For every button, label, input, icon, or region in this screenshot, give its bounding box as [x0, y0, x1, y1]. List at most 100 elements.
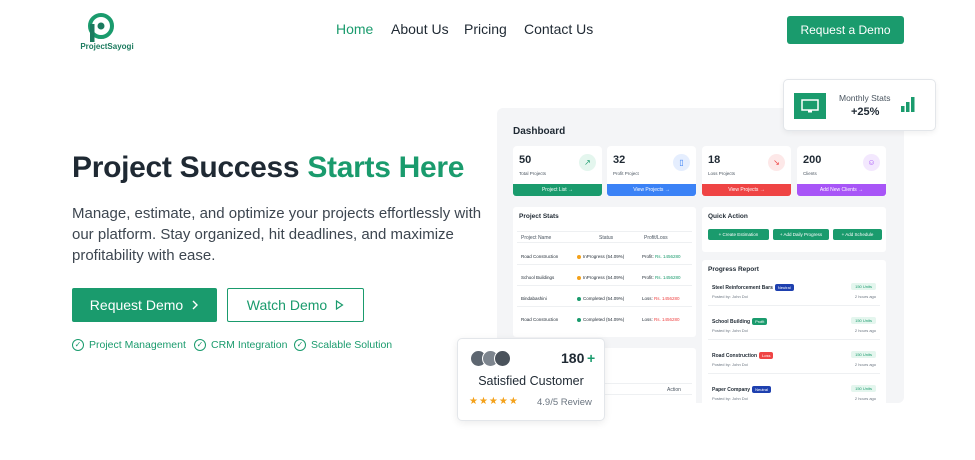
avatar-group	[470, 350, 514, 368]
stats-header-row: Project Name Status Profit/Loss	[517, 231, 692, 243]
view-projects-button[interactable]: View Projects →	[607, 184, 696, 196]
users-icon: ☺	[863, 154, 880, 171]
progress-item-name: Paper Company Neutral	[712, 386, 771, 393]
watch-demo-button[interactable]: Watch Demo	[227, 288, 364, 322]
row-pl: Loss: Rs. 1456280	[642, 317, 680, 322]
row-status-text: InProgress (54.09%)	[583, 254, 625, 259]
feature-scalable-solution: ✓ Scalable Solution	[294, 339, 392, 351]
chevron-right-icon	[191, 297, 199, 313]
card-label: Profit Project	[613, 171, 639, 176]
item-name-text: Steel Reinforcement Bars	[712, 284, 773, 291]
units-badge: 150 Units	[851, 283, 876, 290]
progress-item-name: School Building Profit	[712, 318, 768, 325]
create-estimation-button[interactable]: + Create Estimation	[708, 229, 769, 240]
book-icon: ▯	[673, 154, 690, 171]
plus-sign: +	[587, 350, 596, 366]
add-daily-progress-button[interactable]: + Add Daily Progress	[773, 229, 829, 240]
feature-label: CRM Integration	[211, 339, 288, 351]
row-name: Bindabashini	[521, 296, 547, 301]
card-label: Clients	[803, 171, 817, 176]
status-dot	[577, 317, 581, 322]
units-badge: 150 Units	[851, 317, 876, 324]
pl-label: Loss:	[642, 296, 653, 301]
nav-contact-us[interactable]: Contact Us	[524, 21, 593, 37]
request-demo-label: Request Demo	[89, 297, 184, 313]
pl-value: Rs. 1456280	[655, 254, 681, 259]
row-status: Completed (54.09%)	[577, 317, 624, 322]
row-name: School Buildings	[521, 275, 555, 280]
table-row[interactable]: Road Construction InProgress (54.09%) Pr…	[517, 251, 692, 265]
row-status: InProgress (54.09%)	[577, 254, 624, 259]
list-item[interactable]: Steel Reinforcement Bars Neutral Posted b…	[708, 280, 880, 306]
pl-label: Profit:	[642, 275, 654, 280]
project-list-button[interactable]: Project List →	[513, 184, 602, 196]
star-rating-icon: ★★★★★	[469, 396, 519, 407]
list-item[interactable]: School Building Profit Posted by: John Do…	[708, 314, 880, 340]
row-name: Road Construction	[521, 254, 559, 259]
check-circle-icon: ✓	[72, 339, 84, 351]
chart-line-icon: ↗	[579, 154, 596, 171]
table-row[interactable]: Road Construction Completed (54.09%) Los…	[517, 314, 692, 328]
feature-label: Scalable Solution	[311, 339, 393, 351]
item-name-text: Road Construction	[712, 352, 757, 359]
units-badge: 150 Units	[851, 385, 876, 392]
progress-report-panel: Progress Report Steel Reinforcement Bars…	[702, 260, 886, 403]
add-new-clients-button[interactable]: Add New Clients →	[797, 184, 886, 196]
timestamp: 2 hours ago	[854, 294, 876, 299]
item-name-text: Paper Company	[712, 386, 751, 393]
play-icon	[335, 297, 344, 313]
row-pl: Profit: Rs. 1456280	[642, 275, 681, 280]
row-status-text: InProgress (54.09%)	[583, 275, 625, 280]
header-action: Action	[667, 387, 681, 393]
check-circle-icon: ✓	[294, 339, 306, 351]
view-loss-projects-button[interactable]: View Projects →	[702, 184, 791, 196]
card-label: Loss Projects	[708, 171, 736, 176]
list-item[interactable]: Paper Company Neutral Posted by: John Doi…	[708, 382, 880, 403]
status-badge: Neutral	[774, 284, 794, 291]
status-badge: Loss	[759, 352, 774, 359]
monitor-icon	[794, 93, 826, 119]
monthly-stats-label: Monthly Stats	[839, 93, 891, 103]
avatar	[494, 350, 511, 367]
dashboard-title: Dashboard	[513, 126, 566, 137]
customer-count: 180	[561, 350, 585, 366]
table-row[interactable]: Bindabashini Completed (54.09%) Loss: Rs…	[517, 293, 692, 307]
row-name: Road Construction	[521, 317, 559, 322]
posted-by: Posted by: John Doi	[712, 328, 748, 333]
header-status: Status	[599, 235, 614, 241]
nav-about-us[interactable]: About Us	[391, 21, 449, 37]
pl-label: Loss:	[642, 317, 653, 322]
add-schedule-button[interactable]: + Add Schedule	[833, 229, 882, 240]
brand-name: ProjectSayogi	[80, 42, 134, 51]
request-demo-button[interactable]: Request Demo	[72, 288, 217, 322]
request-a-demo-button[interactable]: Request a Demo	[787, 16, 904, 44]
pl-value: Rs. 1456280	[654, 317, 680, 322]
table-row[interactable]: School Buildings InProgress (54.09%) Pro…	[517, 272, 692, 286]
row-status: Completed (54.09%)	[577, 296, 624, 301]
watch-demo-label: Watch Demo	[246, 297, 328, 313]
brand-logo[interactable]: ProjectSayogi	[74, 12, 140, 54]
posted-by: Posted by: John Doi	[712, 294, 748, 299]
card-number: 200	[803, 154, 822, 166]
status-dot	[577, 254, 581, 259]
project-stats-panel: Project Stats Project Name Status Profit…	[513, 207, 696, 337]
list-item[interactable]: Road Construction Loss Posted by: John Do…	[708, 348, 880, 374]
quick-action-title: Quick Action	[708, 213, 748, 220]
card-number: 32	[613, 154, 626, 166]
card-number: 18	[708, 154, 721, 166]
header-profit-loss: Profit/Loss	[644, 235, 668, 241]
pl-value: Rs. 1456280	[654, 296, 680, 301]
status-badge: Neutral	[752, 386, 771, 393]
card-number: 50	[519, 154, 532, 166]
header-project-name: Project Name	[521, 235, 552, 241]
review-score: 4.9/5 Review	[537, 397, 592, 408]
item-name-text: School Building	[712, 318, 751, 325]
nav-home[interactable]: Home	[336, 21, 373, 37]
status-dot	[577, 275, 581, 280]
nav-pricing[interactable]: Pricing	[464, 21, 507, 37]
progress-item-name: Steel Reinforcement Bars Neutral	[712, 284, 794, 291]
status-dot	[577, 296, 581, 301]
check-circle-icon: ✓	[194, 339, 206, 351]
pl-label: Profit:	[642, 254, 654, 259]
feature-crm-integration: ✓ CRM Integration	[194, 339, 287, 351]
